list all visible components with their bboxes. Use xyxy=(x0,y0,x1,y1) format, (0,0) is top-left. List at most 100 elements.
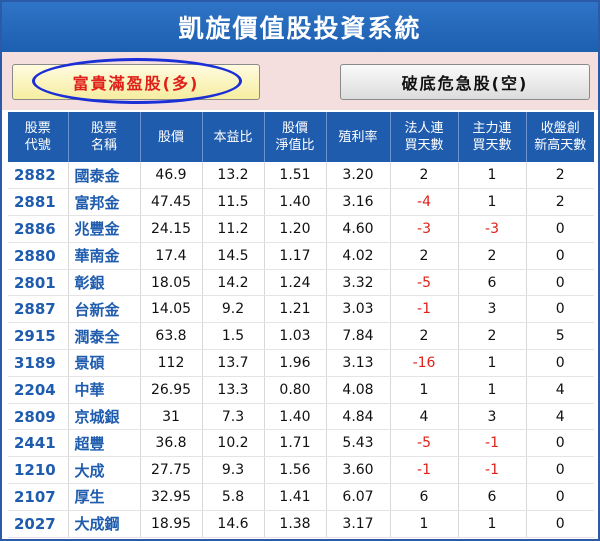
table-row[interactable]: 2107 厚生 32.95 5.8 1.41 6.07 6 6 0 xyxy=(8,483,594,511)
column-header-price: 股價 xyxy=(140,112,203,162)
cell-code[interactable]: 2441 xyxy=(8,429,69,458)
cell-name[interactable]: 大成鋼 xyxy=(68,510,141,538)
cell-name[interactable]: 厚生 xyxy=(68,483,141,511)
cell-major-buy-days: -1 xyxy=(458,429,527,458)
cell-name[interactable]: 景碩 xyxy=(68,349,141,377)
cell-yield: 4.08 xyxy=(326,376,391,404)
cell-major-buy-days: 6 xyxy=(458,483,527,511)
cell-pe-ratio: 7.3 xyxy=(202,403,265,431)
cell-pb-ratio: 1.24 xyxy=(264,269,327,297)
cell-pe-ratio: 14.6 xyxy=(202,510,265,538)
cell-high-close-days: 0 xyxy=(526,429,594,458)
cell-pb-ratio: 1.56 xyxy=(264,456,327,485)
cell-major-buy-days: 2 xyxy=(458,242,527,270)
cell-code[interactable]: 2882 xyxy=(8,162,69,190)
crisis-stock-label: 破底危急股(空) xyxy=(401,74,529,93)
profit-stock-button[interactable]: 富貴滿盈股(多) xyxy=(12,64,260,100)
cell-price: 47.45 xyxy=(140,188,203,217)
table-row[interactable]: 2801 彰銀 18.05 14.2 1.24 3.32 -5 6 0 xyxy=(8,269,594,297)
column-header-yield: 殖利率 xyxy=(326,112,391,162)
cell-name[interactable]: 華南金 xyxy=(68,242,141,270)
table-row[interactable]: 2887 台新金 14.05 9.2 1.21 3.03 -1 3 0 xyxy=(8,295,594,324)
cell-pb-ratio: 1.40 xyxy=(264,403,327,431)
table-row[interactable]: 2915 潤泰全 63.8 1.5 1.03 7.84 2 2 5 xyxy=(8,322,594,351)
cell-major-buy-days: -1 xyxy=(458,456,527,485)
cell-major-buy-days: 2 xyxy=(458,322,527,351)
cell-pb-ratio: 1.41 xyxy=(264,483,327,511)
column-header-institution-buy-days: 法人連 買天數 xyxy=(390,112,459,162)
cell-high-close-days: 0 xyxy=(526,483,594,511)
cell-code[interactable]: 2107 xyxy=(8,483,69,511)
cell-price: 14.05 xyxy=(140,295,203,324)
cell-pb-ratio: 0.80 xyxy=(264,376,327,404)
cell-name[interactable]: 超豐 xyxy=(68,429,141,458)
cell-code[interactable]: 2886 xyxy=(8,215,69,243)
table-row[interactable]: 2204 中華 26.95 13.3 0.80 4.08 1 1 4 xyxy=(8,376,594,404)
column-header-text: 名稱 xyxy=(90,138,117,153)
table-row[interactable]: 2880 華南金 17.4 14.5 1.17 4.02 2 2 0 xyxy=(8,242,594,270)
cell-pb-ratio: 1.03 xyxy=(264,322,327,351)
table-row[interactable]: 2881 富邦金 47.45 11.5 1.40 3.16 -4 1 2 xyxy=(8,188,594,217)
cell-price: 112 xyxy=(140,349,203,377)
cell-pb-ratio: 1.21 xyxy=(264,295,327,324)
cell-institution-buy-days: -5 xyxy=(390,269,459,297)
cell-pe-ratio: 14.2 xyxy=(202,269,265,297)
cell-high-close-days: 5 xyxy=(526,322,594,351)
column-header-text: 殖利率 xyxy=(338,129,378,145)
cell-code[interactable]: 2809 xyxy=(8,403,69,431)
cell-name[interactable]: 中華 xyxy=(68,376,141,404)
cell-high-close-days: 2 xyxy=(526,188,594,217)
cell-code[interactable]: 2881 xyxy=(8,188,69,217)
cell-major-buy-days: 1 xyxy=(458,376,527,404)
cell-pe-ratio: 5.8 xyxy=(202,483,265,511)
table-row[interactable]: 2441 超豐 36.8 10.2 1.71 5.43 -5 -1 0 xyxy=(8,429,594,458)
cell-pe-ratio: 13.7 xyxy=(202,349,265,377)
column-header-text: 新高天數 xyxy=(534,138,587,153)
cell-pe-ratio: 11.5 xyxy=(202,188,265,217)
cell-code[interactable]: 2204 xyxy=(8,376,69,404)
cell-name[interactable]: 兆豐金 xyxy=(68,215,141,243)
cell-high-close-days: 0 xyxy=(526,295,594,324)
table-row[interactable]: 1210 大成 27.75 9.3 1.56 3.60 -1 -1 0 xyxy=(8,456,594,485)
cell-pe-ratio: 14.5 xyxy=(202,242,265,270)
table-row[interactable]: 3189 景碩 112 13.7 1.96 3.13 -16 1 0 xyxy=(8,349,594,377)
column-header-name: 股票 名稱 xyxy=(68,112,141,162)
cell-major-buy-days: 6 xyxy=(458,269,527,297)
table-row[interactable]: 2882 國泰金 46.9 13.2 1.51 3.20 2 1 2 xyxy=(8,162,594,190)
app-title-bar: 凱旋價值股投資系統 xyxy=(2,2,598,52)
cell-name[interactable]: 國泰金 xyxy=(68,162,141,190)
cell-price: 26.95 xyxy=(140,376,203,404)
column-header-pe-ratio: 本益比 xyxy=(202,112,265,162)
cell-price: 31 xyxy=(140,403,203,431)
column-header-text: 買天數 xyxy=(472,138,512,153)
cell-high-close-days: 0 xyxy=(526,349,594,377)
cell-code[interactable]: 2887 xyxy=(8,295,69,324)
cell-code[interactable]: 2801 xyxy=(8,269,69,297)
cell-name[interactable]: 台新金 xyxy=(68,295,141,324)
cell-code[interactable]: 3189 xyxy=(8,349,69,377)
crisis-stock-button[interactable]: 破底危急股(空) xyxy=(340,64,590,100)
cell-name[interactable]: 富邦金 xyxy=(68,188,141,217)
cell-major-buy-days: 1 xyxy=(458,349,527,377)
cell-name[interactable]: 彰銀 xyxy=(68,269,141,297)
cell-code[interactable]: 2880 xyxy=(8,242,69,270)
cell-institution-buy-days: -5 xyxy=(390,429,459,458)
cell-name[interactable]: 大成 xyxy=(68,456,141,485)
cell-name[interactable]: 潤泰全 xyxy=(68,322,141,351)
column-header-major-buy-days: 主力連 買天數 xyxy=(458,112,527,162)
table-row[interactable]: 2809 京城銀 31 7.3 1.40 4.84 4 3 4 xyxy=(8,403,594,431)
table-row[interactable]: 2886 兆豐金 24.15 11.2 1.20 4.60 -3 -3 0 xyxy=(8,215,594,243)
cell-code[interactable]: 1210 xyxy=(8,456,69,485)
cell-yield: 3.03 xyxy=(326,295,391,324)
column-header-text: 法人連 xyxy=(404,121,444,136)
cell-yield: 4.84 xyxy=(326,403,391,431)
cell-name[interactable]: 京城銀 xyxy=(68,403,141,431)
table-row[interactable]: 2027 大成鋼 18.95 14.6 1.38 3.17 1 1 0 xyxy=(8,510,594,538)
cell-yield: 3.16 xyxy=(326,188,391,217)
cell-yield: 4.60 xyxy=(326,215,391,243)
cell-price: 24.15 xyxy=(140,215,203,243)
cell-price: 18.95 xyxy=(140,510,203,538)
cell-yield: 3.60 xyxy=(326,456,391,485)
cell-code[interactable]: 2915 xyxy=(8,322,69,351)
cell-code[interactable]: 2027 xyxy=(8,510,69,538)
